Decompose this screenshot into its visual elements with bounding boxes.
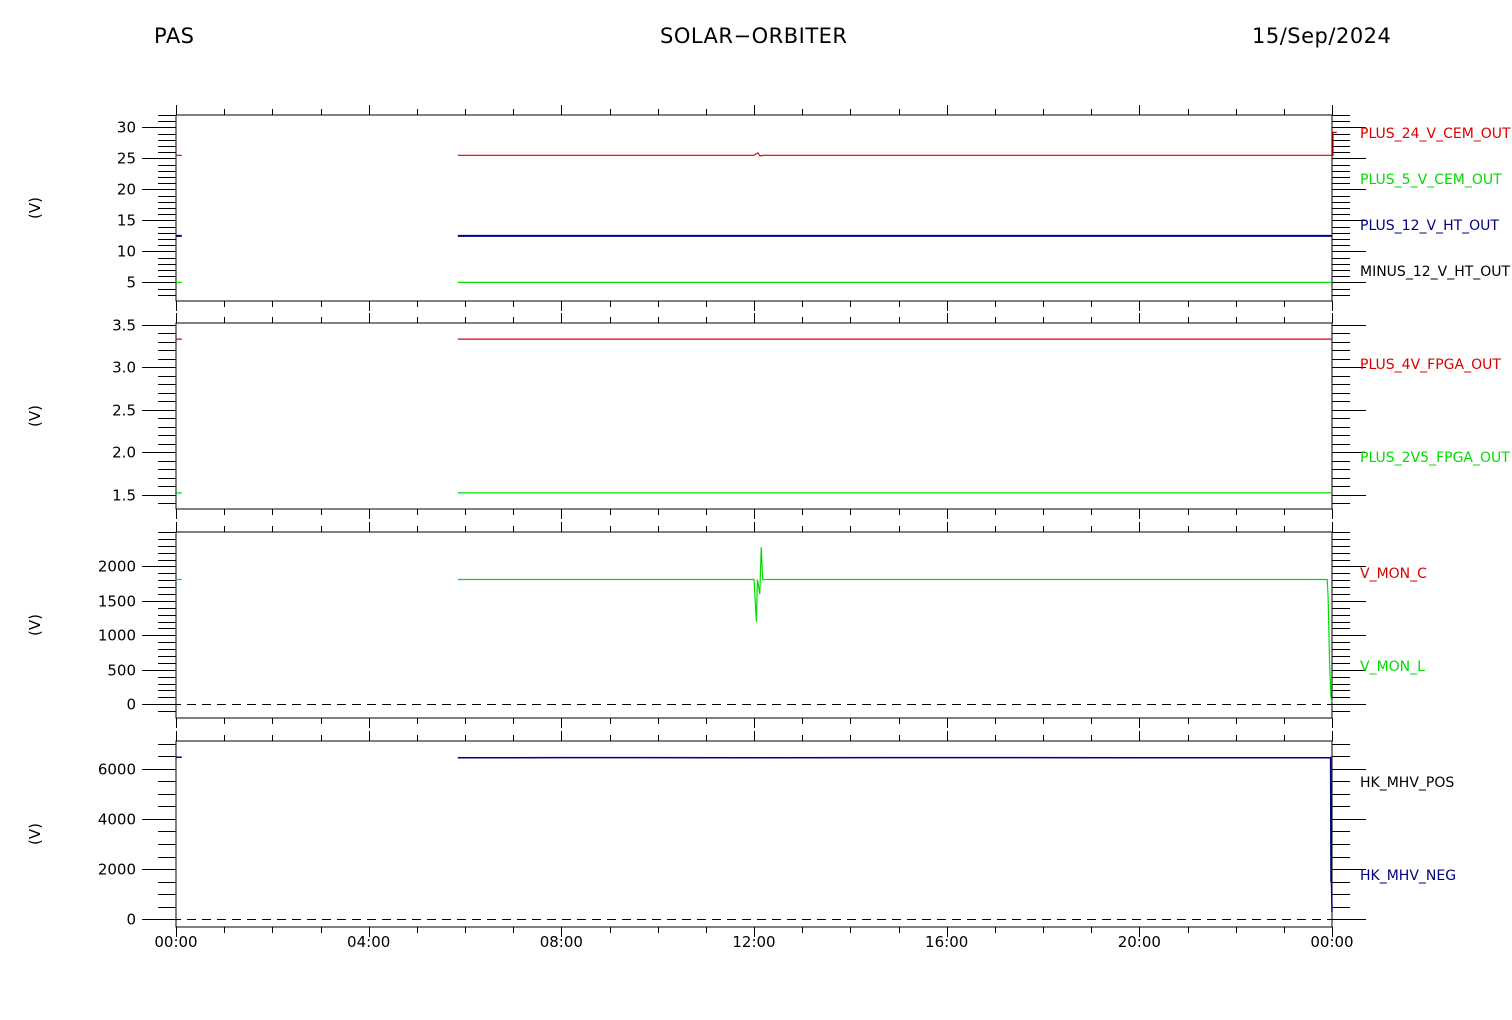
y-axis-label: (V) <box>26 405 44 427</box>
y-tick-label: 15 <box>117 212 136 230</box>
y-tick-label: 25 <box>117 150 136 168</box>
y-axis-label: (V) <box>26 823 44 845</box>
series-plus-24-v-cem-out <box>176 131 1337 157</box>
x-tick-label: 12:00 <box>732 933 775 951</box>
y-tick-label: 30 <box>117 119 136 137</box>
y-tick-label: 1000 <box>98 627 136 645</box>
y-tick-label: 500 <box>107 662 136 680</box>
panel-1: 5 10 15 20 25 30 (V) PLUS_24_V_CEM_OUT PLUS_5_V_… <box>26 105 1511 311</box>
y-tick-label: 3.5 <box>112 317 136 335</box>
y-tick-label: 0 <box>126 696 136 714</box>
x-tick-label: 04:00 <box>347 933 390 951</box>
y-tick-label: 20 <box>117 181 136 199</box>
legend-label: HK_MHV_POS <box>1360 775 1454 791</box>
series-v-mon-l <box>176 547 1333 703</box>
legend-label: PLUS_12_V_HT_OUT <box>1360 218 1499 234</box>
y-tick-label: 3.0 <box>112 359 136 377</box>
y-axis-label: (V) <box>26 614 44 636</box>
y-tick-label: 2000 <box>98 558 136 576</box>
series-hk-mhv-neg <box>176 756 1333 912</box>
x-tick-label: 00:00 <box>154 933 197 951</box>
x-tick-label: 16:00 <box>925 933 968 951</box>
legend-label: PLUS_4V_FPGA_OUT <box>1360 357 1501 373</box>
legend-label: MINUS_12_V_HT_OUT <box>1360 264 1511 280</box>
legend-label: V_MON_C <box>1360 566 1427 582</box>
y-tick-label: 2.0 <box>112 444 136 462</box>
plot-frame <box>175 531 1333 719</box>
legend-label: PLUS_2V5_FPGA_OUT <box>1360 450 1510 466</box>
plot-frame <box>175 322 1333 510</box>
y-tick-label: 2.5 <box>112 402 136 420</box>
y-tick-label: 10 <box>117 243 136 261</box>
x-tick-label: 00:00 <box>1310 933 1353 951</box>
y-tick-label: 4000 <box>98 811 136 829</box>
x-tick-label: 20:00 <box>1118 933 1161 951</box>
panel-4: 0 2000 4000 6000 (V) HK_MHV_POS HK_MHV_NEG 00:0… <box>26 731 1456 951</box>
y-axis-label: (V) <box>26 197 44 219</box>
plot-frame <box>175 114 1333 302</box>
housekeeping-voltage-plots: 5 10 15 20 25 30 (V) PLUS_24_V_CEM_OUT PLUS_5_V_… <box>26 105 1511 951</box>
y-tick-label: 6000 <box>98 761 136 779</box>
panel-2: 1.5 2.0 2.5 3.0 3.5 (V) PLUS_4V_FPGA_OUT PLUS_2… <box>26 313 1510 519</box>
y-tick-label: 1.5 <box>112 487 136 505</box>
x-tick-label: 08:00 <box>540 933 583 951</box>
y-tick-label: 1500 <box>98 593 136 611</box>
legend-label: PLUS_24_V_CEM_OUT <box>1360 126 1511 142</box>
y-tick-label: 0 <box>126 911 136 929</box>
panel-3: 0 500 1000 1500 2000 (V) V_MON_C V_MON_L <box>26 522 1427 728</box>
legend-label: HK_MHV_NEG <box>1360 868 1456 884</box>
plot-frame <box>175 740 1333 928</box>
legend-label: PLUS_5_V_CEM_OUT <box>1360 172 1502 188</box>
legend-label: V_MON_L <box>1360 659 1425 675</box>
y-tick-label: 2000 <box>98 861 136 879</box>
y-tick-label: 5 <box>126 274 136 292</box>
